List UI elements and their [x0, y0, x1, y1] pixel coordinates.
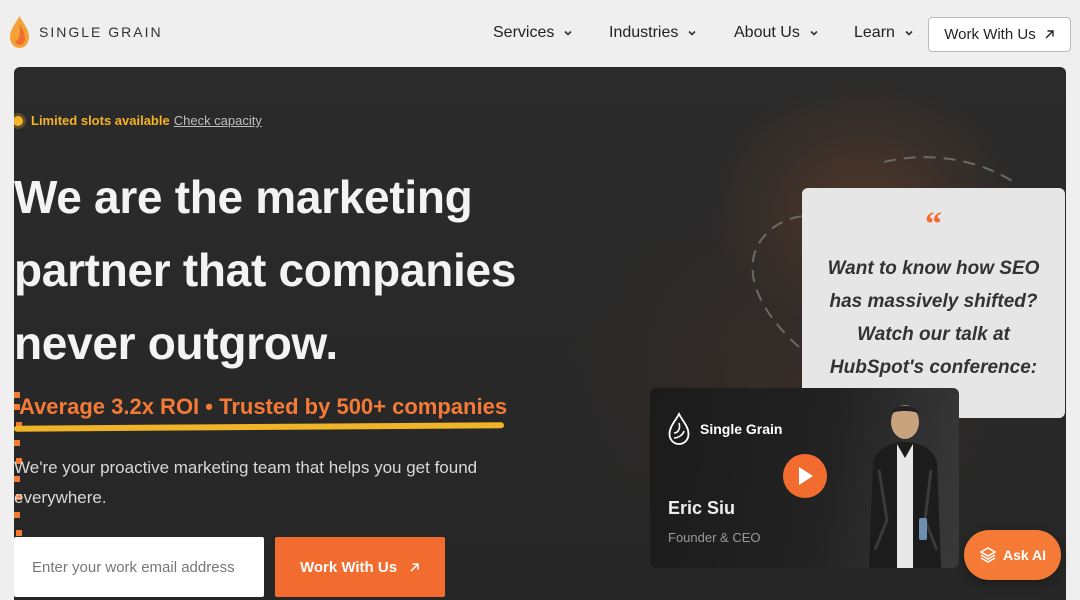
nav-item-learn[interactable]: Learn [854, 24, 914, 42]
speaker-name: Eric Siu [668, 498, 736, 518]
quote-text: Want to know how SEO has massively shift… [802, 252, 1065, 384]
hero-subcopy: We're your proactive marketing team that… [14, 458, 478, 507]
hero-cta-label: Work With Us [299, 558, 398, 576]
nav-cta-label: Work With Us [944, 26, 1036, 43]
nav-item-about-us[interactable]: About Us [734, 24, 819, 42]
layers-icon [979, 547, 997, 563]
quote-line: Want to know how SEO [827, 258, 1040, 279]
arrow-up-right-icon [1045, 30, 1054, 39]
speaker-role: Founder & CEO [668, 530, 761, 545]
play-button[interactable] [783, 454, 827, 498]
chevron-down-icon [564, 30, 572, 36]
quote-card[interactable]: “ Want to know how SEO has massively shi… [802, 188, 1065, 418]
nav-item-services[interactable]: Services [493, 24, 573, 42]
quote-icon: “ [925, 206, 942, 243]
logo-text: SINGLE GRAIN [39, 24, 163, 40]
logo[interactable]: SINGLE GRAIN [9, 15, 163, 49]
status-dot [14, 115, 23, 126]
hero-section: Limited slots available Check capacity W… [14, 67, 1066, 600]
chevron-down-icon [688, 30, 696, 36]
quote-line: has massively shifted? [829, 291, 1038, 312]
headline-line: We are the marketing [14, 171, 473, 223]
quote-line: HubSpot's conference: [829, 357, 1038, 378]
arrow-up-right-icon [410, 562, 419, 572]
roi-tagline: Average 3.2x ROI • Trusted by 500+ compa… [19, 394, 508, 419]
nav-item-label: About Us [734, 24, 800, 41]
video-card[interactable]: Single Grain Eric Siu Founder & CEO [650, 388, 959, 568]
chevron-down-icon [905, 30, 913, 36]
speaker-photo [869, 405, 941, 568]
hero-work-with-us-button[interactable]: Work With Us [275, 537, 445, 597]
headline-line: partner that companies [14, 244, 517, 296]
ask-ai-label: Ask AI [1002, 547, 1047, 563]
nav-item-industries[interactable]: Industries [609, 24, 697, 42]
slots-label: Limited slots available [31, 113, 170, 128]
video-brand-text: Single Grain [700, 421, 783, 437]
nav-item-label: Learn [854, 24, 895, 41]
top-nav: SINGLE GRAIN Services Industries About U… [0, 0, 1080, 68]
ask-ai-button[interactable]: Ask AI [964, 530, 1061, 580]
nav-item-label: Industries [609, 24, 679, 41]
play-icon [799, 467, 813, 485]
chevron-down-icon [810, 30, 818, 36]
email-field[interactable] [14, 537, 264, 597]
nav-item-label: Services [493, 24, 555, 41]
headline-line: never outgrow. [14, 317, 338, 369]
grain-outline-icon [668, 412, 690, 445]
hero-headline: We are the marketing partner that compan… [14, 161, 574, 380]
grain-drop-icon [10, 16, 29, 48]
limited-slots-notice: Limited slots available Check capacity [14, 113, 262, 128]
nav-work-with-us-button[interactable]: Work With Us [928, 17, 1071, 52]
quote-line: Watch our talk at [857, 324, 1010, 345]
check-capacity-link[interactable]: Check capacity [174, 113, 262, 128]
video-brand: Single Grain [668, 412, 782, 446]
